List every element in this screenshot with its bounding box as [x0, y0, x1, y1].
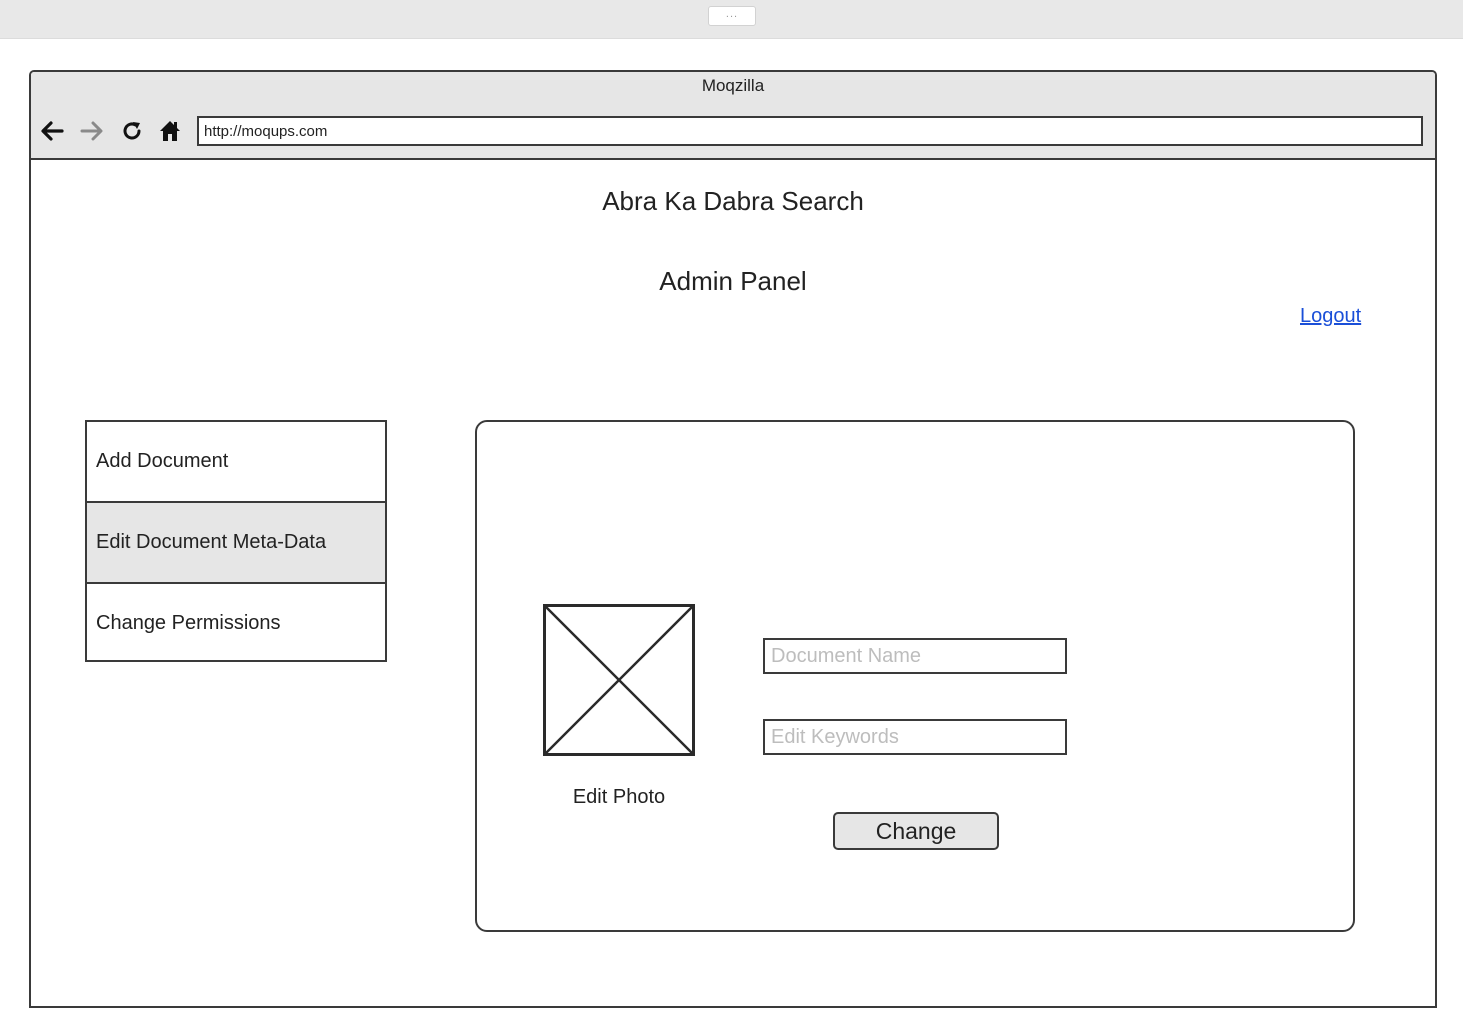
- sidebar-item-add-document[interactable]: Add Document: [87, 422, 385, 503]
- reload-icon[interactable]: [117, 116, 147, 146]
- page-title: Abra Ka Dabra Search: [602, 186, 864, 216]
- sidebar-item-label: Edit Document Meta-Data: [96, 531, 327, 553]
- browser-window: Moqzilla Abra Ka Dabra Search Admin: [29, 70, 1437, 1008]
- sidebar-item-change-permissions[interactable]: Change Permissions: [87, 584, 385, 663]
- sidebar-item-label: Add Document: [96, 450, 229, 472]
- edit-metadata-panel: Edit Photo Change: [475, 420, 1355, 932]
- page-subtitle: Admin Panel: [659, 266, 807, 296]
- sidebar-item-edit-document-meta-data[interactable]: Edit Document Meta-Data: [87, 503, 385, 584]
- photo-placeholder-image[interactable]: [543, 604, 695, 756]
- home-icon[interactable]: [155, 116, 185, 146]
- sidebar-item-label: Change Permissions: [96, 612, 281, 634]
- admin-sidebar-menu: Add Document Edit Document Meta-Data Cha…: [85, 420, 387, 662]
- back-arrow-icon[interactable]: [37, 116, 67, 146]
- url-input[interactable]: [197, 116, 1423, 146]
- browser-title: Moqzilla: [701, 76, 765, 95]
- image-placeholder-icon: [543, 604, 695, 756]
- change-button[interactable]: Change: [833, 812, 999, 850]
- forward-arrow-icon[interactable]: [77, 116, 107, 146]
- document-name-input[interactable]: [763, 638, 1067, 674]
- logout-link[interactable]: Logout: [1300, 305, 1361, 328]
- browser-chrome: Moqzilla: [31, 72, 1435, 160]
- editor-topbar: ...: [0, 0, 1463, 39]
- panel-drag-handle[interactable]: ...: [708, 6, 756, 26]
- edit-photo-label: Edit Photo: [572, 786, 666, 808]
- edit-keywords-input[interactable]: [763, 719, 1067, 755]
